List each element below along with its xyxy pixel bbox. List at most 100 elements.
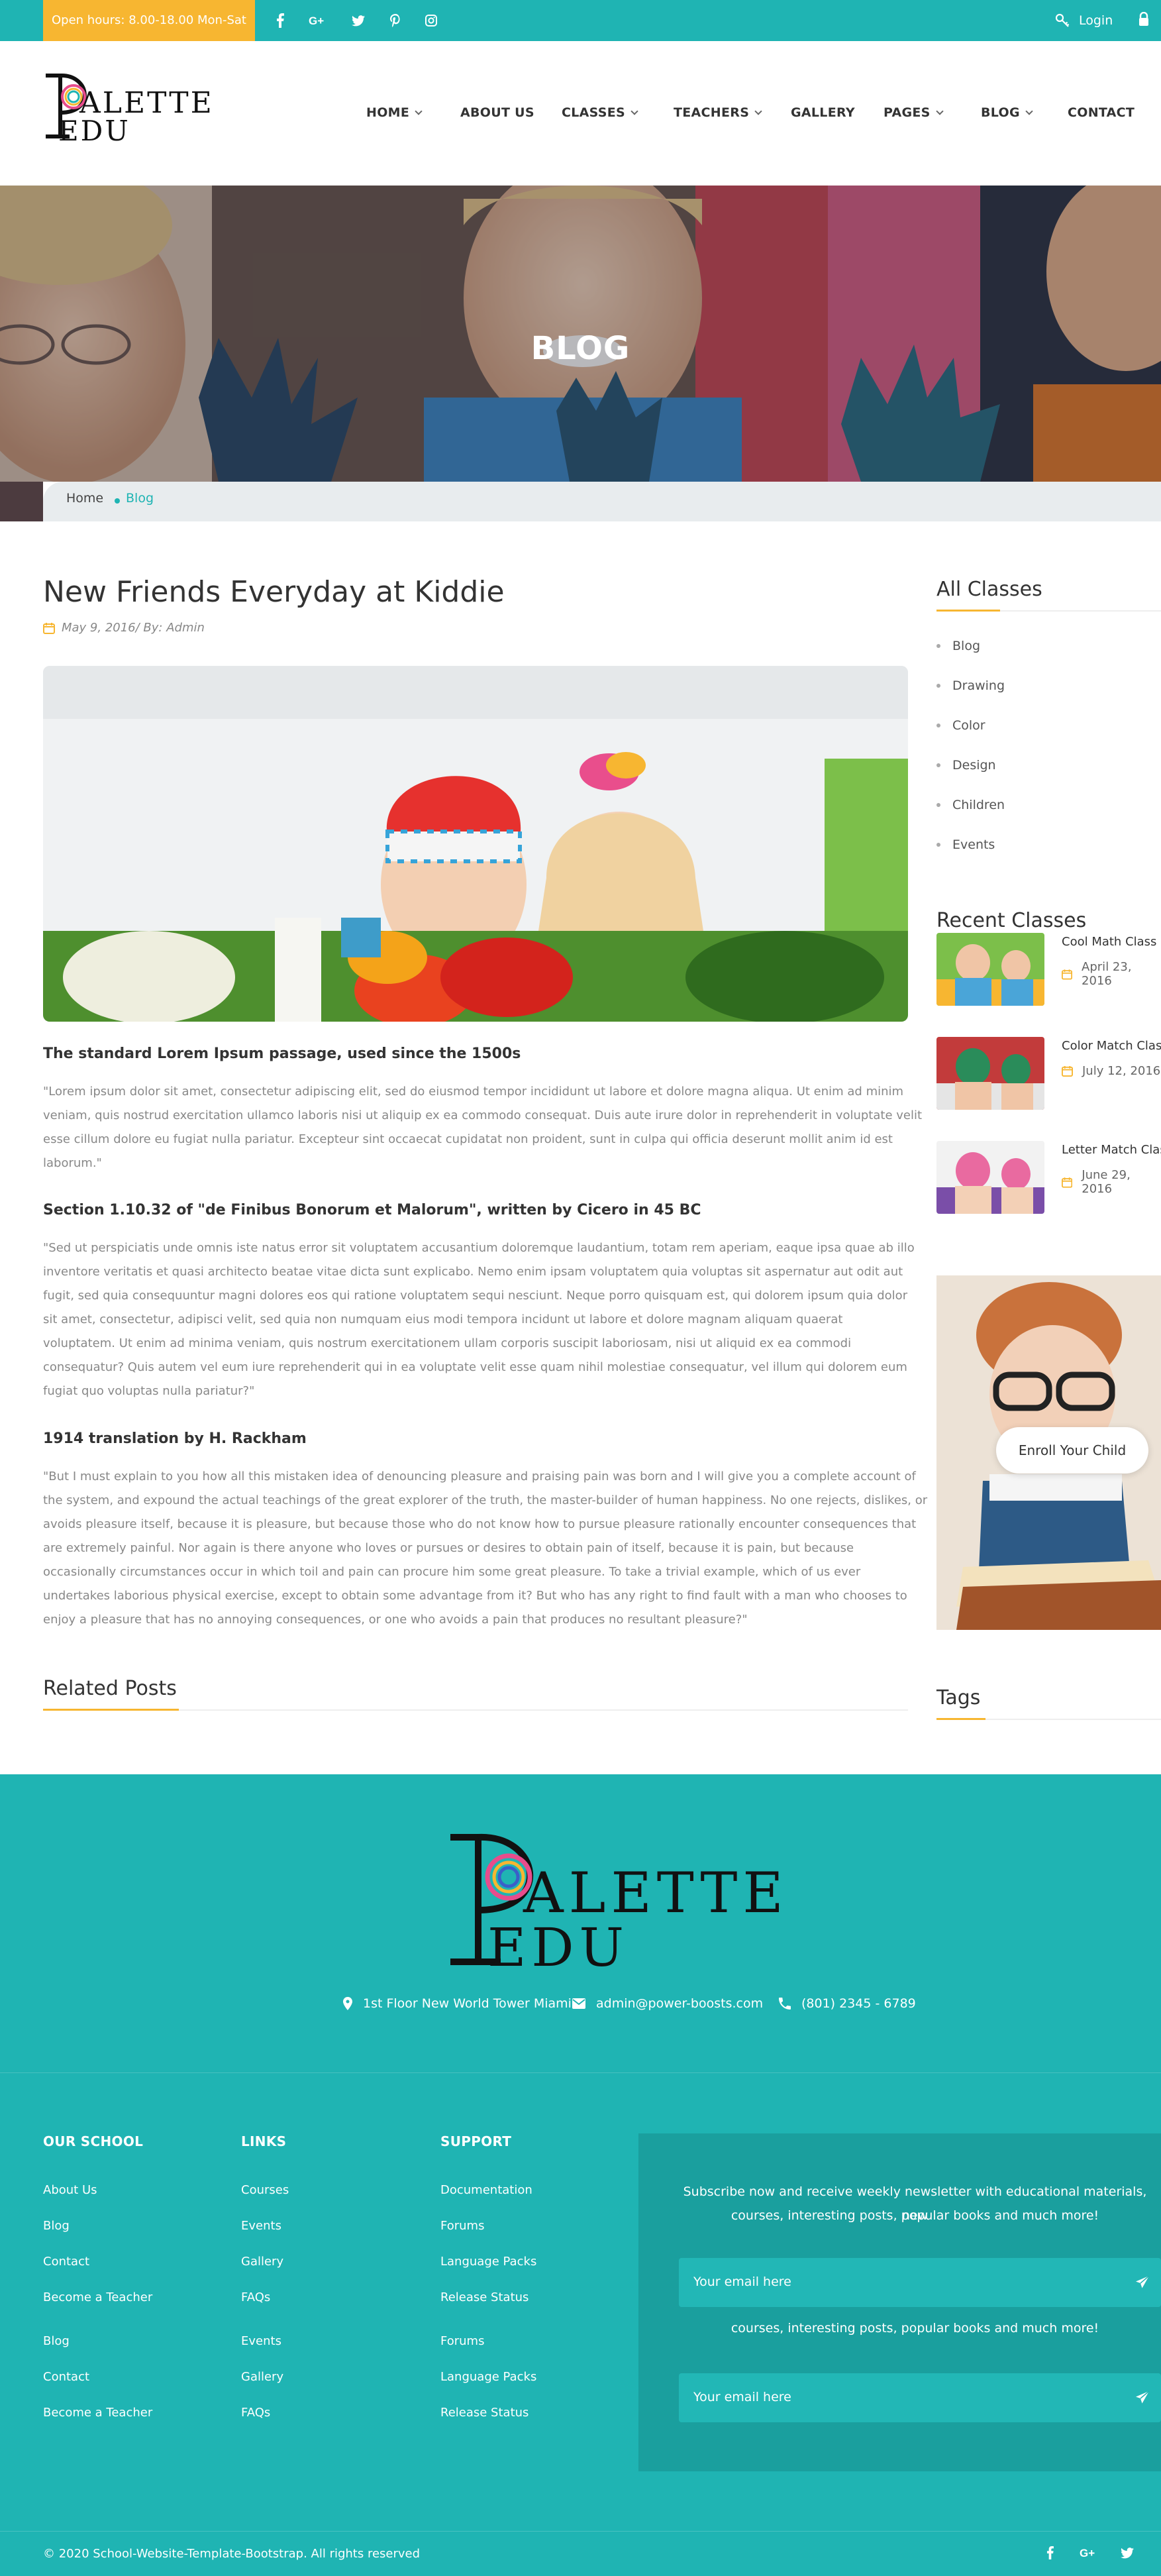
hero-edge — [0, 482, 43, 521]
send-icon[interactable] — [1135, 2275, 1150, 2290]
footer-facebook-icon[interactable] — [1046, 2546, 1054, 2559]
key-icon — [1055, 13, 1070, 27]
nav-item-label: CONTACT — [1068, 105, 1135, 120]
footer-link[interactable]: About Us — [43, 2183, 97, 2197]
nav-item-classes[interactable]: CLASSES — [562, 99, 638, 126]
footer-phone[interactable]: (801) 2345 - 6789 — [779, 1996, 916, 2011]
nav-item-label: HOME — [366, 105, 410, 120]
breadcrumb-home[interactable]: Home — [66, 491, 103, 506]
svg-text:G+: G+ — [309, 15, 324, 27]
recent-class-date: June 29, 2016 — [1062, 1168, 1161, 1196]
logo-word-bottom: EDU — [58, 115, 130, 147]
footer-link[interactable]: Release Status — [440, 2406, 529, 2420]
nav-item-home[interactable]: HOME — [366, 99, 423, 126]
footer-email-text: admin@power-boosts.com — [596, 1996, 764, 2011]
nav-item-about-us[interactable]: ABOUT US — [460, 99, 534, 126]
footer-link[interactable]: Forums — [440, 2219, 484, 2233]
nav-item-blog[interactable]: BLOG — [981, 99, 1033, 126]
section-text-line: fugit, sed quia consequuntur magni dolor… — [43, 1289, 908, 1303]
copyright: © 2020 School-Website-Template-Bootstrap… — [43, 2547, 421, 2561]
footer-link[interactable]: Forums — [440, 2334, 484, 2348]
post-meta: May 9, 2016/ By: Admin — [43, 621, 205, 635]
recent-class-title[interactable]: Cool Math Class — [1062, 935, 1156, 949]
lock-icon[interactable] — [1138, 12, 1149, 27]
footer-link[interactable]: Documentation — [440, 2183, 532, 2197]
google-plus-icon[interactable]: G+ — [309, 11, 327, 30]
section-text-line: "But I must explain to you how all this … — [43, 1470, 916, 1483]
category-label: Color — [952, 718, 985, 733]
category-item[interactable]: Blog — [936, 639, 980, 653]
bullet-icon — [936, 684, 940, 688]
category-label: Events — [952, 837, 995, 852]
enroll-button[interactable]: Enroll Your Child — [996, 1427, 1148, 1474]
footer-link[interactable]: FAQs — [241, 2290, 270, 2304]
footer-link[interactable]: Language Packs — [440, 2255, 536, 2269]
footer-link[interactable]: Blog — [43, 2219, 70, 2233]
footer-link[interactable]: Contact — [43, 2370, 89, 2384]
category-item[interactable]: Events — [936, 837, 995, 852]
footer-link[interactable]: Release Status — [440, 2290, 529, 2304]
nav-item-pages[interactable]: PAGES — [883, 99, 944, 126]
section-text-line: sit amet, consectetur, adipisci velit, s… — [43, 1313, 843, 1326]
kids-cooking-photo — [43, 666, 908, 1022]
footer-link[interactable]: FAQs — [241, 2406, 270, 2420]
footer-link[interactable]: Gallery — [241, 2370, 283, 2384]
bullet-icon — [936, 644, 940, 648]
recent-class-thumbnail[interactable] — [936, 1037, 1044, 1110]
nav-item-gallery[interactable]: GALLERY — [791, 99, 855, 126]
section-text-line: enjoy a pleasure that has no annoying co… — [43, 1613, 748, 1627]
calendar-icon — [1062, 1177, 1073, 1188]
instagram-icon[interactable] — [422, 11, 440, 30]
pinterest-icon[interactable] — [386, 11, 405, 30]
related-posts-underline — [43, 1709, 179, 1711]
footer-column-heading: LINKS — [241, 2133, 287, 2149]
recent-class-title[interactable]: Color Match Class — [1062, 1039, 1161, 1053]
category-item[interactable]: Color — [936, 718, 985, 733]
footer-google-plus-icon[interactable]: G+ — [1080, 2546, 1098, 2559]
tags-title: Tags — [936, 1686, 981, 1709]
send-icon-2[interactable] — [1135, 2390, 1150, 2405]
footer-link[interactable]: Events — [241, 2334, 281, 2348]
footer-email[interactable]: admin@power-boosts.com — [572, 1996, 763, 2011]
footer-link[interactable]: Events — [241, 2219, 281, 2233]
nav-item-label: BLOG — [981, 105, 1020, 120]
recent-class-thumbnail[interactable] — [936, 1141, 1044, 1214]
twitter-icon[interactable] — [349, 11, 368, 30]
category-label: Drawing — [952, 678, 1005, 693]
footer-link[interactable]: Contact — [43, 2255, 89, 2269]
phone-icon — [779, 1998, 791, 2010]
footer-link[interactable]: Gallery — [241, 2255, 283, 2269]
category-item[interactable]: Design — [936, 758, 996, 773]
recent-class-thumbnail[interactable] — [936, 933, 1044, 1006]
nav-item-contact[interactable]: CONTACT — [1068, 99, 1135, 126]
bullet-icon — [936, 763, 940, 767]
category-item[interactable]: Drawing — [936, 678, 1005, 693]
nav-item-label: CLASSES — [562, 105, 626, 120]
footer-link[interactable]: Language Packs — [440, 2370, 536, 2384]
section-text-line: "Sed ut perspiciatis unde omnis iste nat… — [43, 1241, 915, 1255]
breadcrumb-current: Blog — [126, 491, 154, 506]
nav-item-teachers[interactable]: TEACHERS — [674, 99, 762, 126]
recent-class-title[interactable]: Letter Match Class — [1062, 1143, 1161, 1157]
breadcrumb-separator — [115, 498, 120, 504]
footer-twitter-icon[interactable] — [1121, 2548, 1134, 2559]
category-item[interactable]: Children — [936, 798, 1005, 812]
footer-link[interactable]: Courses — [241, 2183, 289, 2197]
recent-class-date-text: June 29, 2016 — [1082, 1168, 1131, 1196]
breadcrumb — [43, 482, 1161, 521]
bullet-icon — [936, 803, 940, 807]
tags-divider — [985, 1719, 1161, 1720]
footer-link[interactable]: Become a Teacher — [43, 2406, 152, 2420]
newsletter-text-2: courses, interesting posts, popular book… — [731, 2208, 1099, 2223]
footer-address-text: 1st Floor New World Tower Miami — [363, 1996, 572, 2011]
calendar-icon — [43, 622, 55, 634]
newsletter-text-3: courses, interesting posts, popular book… — [731, 2321, 1099, 2335]
class-photo — [936, 1037, 1044, 1110]
calendar-icon — [1062, 1065, 1073, 1077]
login-link[interactable]: Login — [1055, 11, 1113, 30]
footer-link[interactable]: Blog — [43, 2334, 70, 2348]
all-classes-divider — [1000, 610, 1161, 612]
section-text-line: "Lorem ipsum dolor sit amet, consectetur… — [43, 1085, 904, 1099]
footer-link[interactable]: Become a Teacher — [43, 2290, 152, 2304]
facebook-icon[interactable] — [271, 11, 289, 30]
